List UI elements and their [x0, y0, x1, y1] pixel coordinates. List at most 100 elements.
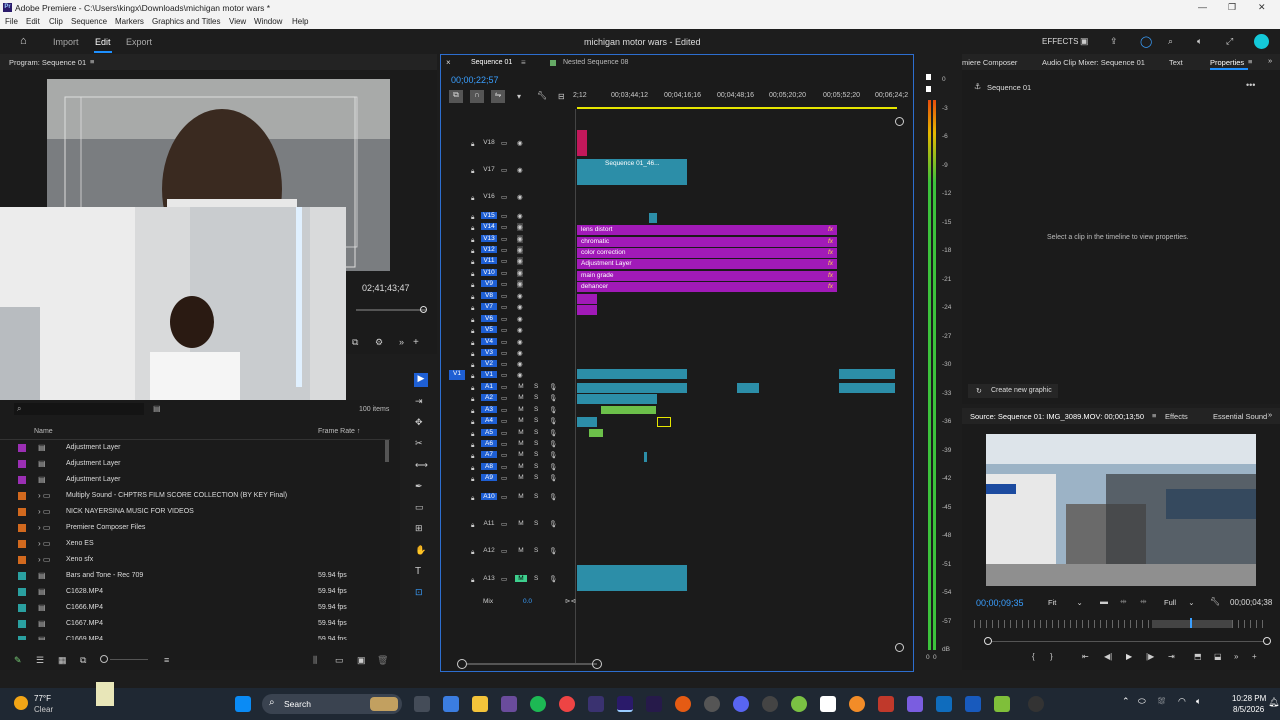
track-label[interactable]: A4 — [481, 417, 497, 424]
tab-menu-icon[interactable]: ≡ — [1152, 411, 1156, 420]
eye-icon[interactable]: ◉ — [517, 235, 523, 243]
mic-icon[interactable]: 🎙︎ — [549, 383, 557, 391]
project-row[interactable]: ▤ C1628.MP4 59.94 fps — [0, 584, 398, 600]
sync-lock-icon[interactable]: ▭ — [501, 474, 507, 482]
label-color-swatch[interactable] — [18, 508, 26, 516]
sync-lock-icon[interactable]: ▭ — [501, 394, 507, 402]
clip-a13[interactable] — [577, 565, 687, 591]
tab-sequence-01[interactable]: Sequence 01 — [471, 59, 512, 66]
create-graphic-button[interactable]: ↻ Create new graphic — [968, 384, 1058, 398]
track-lock[interactable]: 🔒︎ — [471, 248, 474, 256]
label-color-swatch[interactable] — [18, 556, 26, 564]
track-label[interactable]: A8 — [481, 463, 497, 470]
sync-lock-icon[interactable]: ▭ — [501, 257, 507, 265]
copilot-icon[interactable] — [443, 696, 459, 712]
wrench-icon[interactable]: 🔧︎ — [1210, 597, 1220, 606]
label-color-swatch[interactable] — [18, 540, 26, 548]
adjustment-clip[interactable]: main grade fx — [577, 271, 837, 281]
wifi-icon[interactable]: ◠ — [1178, 696, 1186, 707]
sync-lock-icon[interactable]: ▭ — [501, 493, 507, 501]
weather-icon[interactable] — [14, 696, 28, 710]
program-playhead[interactable] — [420, 306, 427, 313]
label-color-swatch[interactable] — [18, 444, 26, 452]
tab-text[interactable]: Text — [1169, 58, 1183, 67]
solo-button[interactable]: S — [534, 394, 538, 401]
list-view-icon[interactable]: ☰ — [36, 655, 44, 666]
sync-lock-icon[interactable]: ▭ — [501, 547, 507, 555]
automate-icon[interactable]: ⫼ — [313, 655, 317, 666]
solo-button[interactable]: S — [534, 429, 538, 436]
sync-lock-icon[interactable]: ▭ — [501, 280, 507, 288]
more-icon[interactable]: » — [1234, 652, 1238, 661]
track-label[interactable]: A2 — [481, 394, 497, 401]
solo-button[interactable]: S — [534, 474, 538, 481]
project-row[interactable]: › ▭ Xeno sfx — [0, 552, 398, 568]
progress-icon[interactable]: ◯ — [1140, 35, 1152, 48]
app-icon[interactable] — [907, 696, 923, 712]
mute-button[interactable]: M — [515, 474, 527, 481]
lock-icon[interactable]: 🔒︎ — [471, 351, 474, 358]
spotify-icon[interactable] — [530, 696, 546, 712]
sync-lock-icon[interactable]: ▭ — [501, 417, 507, 425]
eye-icon[interactable]: ◉ — [517, 371, 523, 379]
weather-desc[interactable]: Clear — [34, 705, 53, 714]
razor-icon[interactable]: ✂ — [415, 438, 423, 449]
track-label[interactable]: A1 — [481, 383, 497, 390]
label-color-swatch[interactable] — [18, 588, 26, 596]
mute-button[interactable]: M — [515, 463, 527, 470]
mic-icon[interactable]: 🎙︎ — [549, 406, 557, 414]
lock-icon[interactable]: 🔒︎ — [471, 495, 474, 503]
track-label[interactable]: V2 — [481, 360, 497, 367]
pencil-icon[interactable]: ✎ — [14, 655, 22, 666]
home-icon[interactable]: ⌂ — [20, 35, 27, 47]
ripple-edit-icon[interactable]: ✥ — [415, 417, 423, 428]
lock-icon[interactable]: 🔒︎ — [471, 305, 474, 312]
sync-lock-icon[interactable]: ▭ — [501, 246, 507, 254]
project-row[interactable]: › ▭ Xeno ES — [0, 536, 398, 552]
tab-menu-icon[interactable]: ≡ — [1248, 57, 1252, 66]
mic-icon[interactable]: 🎙︎ — [549, 575, 557, 583]
label-color-swatch[interactable] — [18, 524, 26, 532]
sync-lock-icon[interactable]: ▭ — [501, 451, 507, 459]
maximize-button[interactable]: ❐ — [1228, 2, 1236, 13]
3d-app-icon[interactable] — [878, 696, 894, 712]
source-scroll-end[interactable] — [1263, 637, 1271, 645]
mute-button[interactable]: M — [515, 493, 527, 500]
lock-icon[interactable]: 🔒︎ — [471, 522, 474, 530]
mute-button[interactable]: M — [515, 429, 527, 436]
mute-button[interactable]: M — [515, 575, 527, 582]
task-view-icon[interactable] — [414, 696, 430, 712]
discord-icon[interactable] — [733, 696, 749, 712]
program-scrubber[interactable] — [356, 309, 426, 311]
step-back-icon[interactable]: ◀| — [1104, 652, 1112, 661]
linked-icon[interactable]: ⇋ — [491, 90, 505, 103]
track-label[interactable]: V18 — [481, 139, 497, 146]
clip-v1-end[interactable] — [839, 369, 895, 379]
start-menu-icon[interactable] — [235, 696, 251, 712]
weather-temp[interactable]: 77°F — [34, 694, 51, 703]
tab-audio-clip-mixer[interactable]: Audio Clip Mixer: Sequence 01 — [1042, 58, 1145, 67]
lock-icon[interactable]: 🔒︎ — [471, 271, 474, 278]
zoom-slider-handle[interactable] — [100, 655, 108, 663]
eye-icon[interactable]: ◉ — [517, 139, 523, 147]
track-label[interactable]: A13 — [481, 575, 497, 582]
minimize-button[interactable]: — — [1198, 2, 1207, 12]
sync-lock-icon[interactable]: ▭ — [501, 292, 507, 300]
project-row[interactable]: ▤ Bars and Tone - Rec 709 59.94 fps — [0, 568, 398, 584]
track-label[interactable]: V12 — [481, 246, 497, 253]
track-label[interactable]: A9 — [481, 474, 497, 481]
eye-icon[interactable]: ◉ — [517, 338, 523, 346]
lock-icon[interactable]: 🔒︎ — [471, 168, 474, 175]
notepad-icon[interactable] — [994, 696, 1010, 712]
track-lock[interactable]: 🔒︎ — [471, 373, 474, 381]
clock-time[interactable]: 10:28 PM — [1232, 694, 1266, 703]
tab-premiere-composer[interactable]: miere Composer — [962, 58, 1017, 67]
solo-button[interactable]: S — [534, 575, 538, 582]
after-effects-icon[interactable] — [646, 696, 662, 712]
track-lock[interactable]: 🔒︎ — [471, 294, 474, 302]
menu-view[interactable]: View — [229, 17, 246, 26]
sync-lock-icon[interactable]: ▭ — [501, 429, 507, 437]
adjustment-clip[interactable]: Adjustment Layer fx — [577, 259, 837, 269]
eye-icon[interactable]: ◉ — [517, 292, 523, 300]
mix-value[interactable]: 0.0 — [523, 598, 532, 605]
